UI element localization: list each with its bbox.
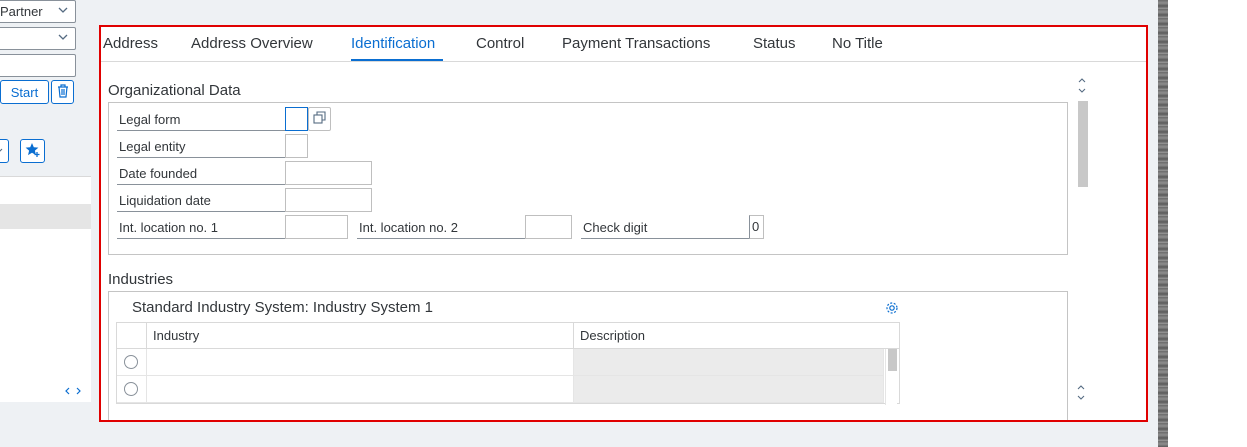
second-select[interactable]: [0, 27, 76, 50]
industry-cell[interactable]: [147, 349, 574, 376]
tab-identification[interactable]: Identification: [351, 35, 435, 52]
chevron-down-icon: [0, 144, 3, 158]
chevron-down-icon: [57, 31, 69, 46]
legal-form-input[interactable]: [285, 107, 308, 131]
partner-select[interactable]: Partner: [0, 0, 76, 23]
date-founded-label: Date founded: [117, 163, 285, 185]
legal-entity-input[interactable]: [285, 134, 308, 158]
date-founded-input[interactable]: [285, 161, 372, 185]
industry-system-title: Standard Industry System: Industry Syste…: [132, 299, 433, 316]
int-location-1-input[interactable]: [285, 215, 348, 239]
table-scrollbar[interactable]: [885, 349, 897, 405]
tab-no-title[interactable]: No Title: [832, 35, 883, 52]
organizational-data-title: Organizational Data: [108, 82, 241, 99]
panel-footer-strip: [99, 422, 1158, 447]
copy-icon: [312, 110, 327, 128]
dropdown-button[interactable]: [0, 139, 9, 163]
window-edge-texture: [1158, 0, 1168, 447]
identification-panel: Address Address Overview Identification …: [99, 25, 1148, 422]
trash-icon: [56, 83, 70, 102]
row-radio[interactable]: [124, 382, 138, 396]
row-selector[interactable]: [117, 376, 147, 403]
section-scrollbar[interactable]: [1076, 77, 1088, 407]
table-scrollbar-thumb[interactable]: [888, 349, 897, 371]
column-header-description[interactable]: Description: [574, 323, 899, 349]
int-location-2-label: Int. location no. 2: [357, 217, 525, 239]
list-item-selected[interactable]: [0, 204, 91, 229]
tab-control[interactable]: Control: [476, 35, 524, 52]
settings-gear-icon[interactable]: [885, 301, 899, 318]
tab-address[interactable]: Address: [103, 35, 158, 52]
legal-entity-label: Legal entity: [117, 136, 285, 158]
liquidation-date-input[interactable]: [285, 188, 372, 212]
chevron-down-icon: [57, 4, 69, 19]
organizational-data-group: Legal form Legal entity Date founded Liq…: [108, 102, 1068, 255]
tab-payment-transactions[interactable]: Payment Transactions: [562, 35, 710, 52]
check-digit-value: 0: [749, 215, 764, 239]
left-panel: Partner Start: [0, 0, 98, 447]
add-favorite-button[interactable]: [20, 139, 45, 163]
scroll-up-icon[interactable]: [1076, 77, 1088, 95]
liquidation-date-label: Liquidation date: [117, 190, 285, 212]
int-location-2-input[interactable]: [525, 215, 572, 239]
scrollbar-thumb[interactable]: [1078, 101, 1088, 187]
industries-title: Industries: [108, 271, 174, 288]
row-selector[interactable]: [117, 349, 147, 376]
tab-bar: Address Address Overview Identification …: [101, 27, 1146, 62]
delete-button[interactable]: [51, 80, 74, 104]
favorite-add-icon: [25, 142, 41, 161]
column-header-industry[interactable]: Industry: [147, 323, 574, 349]
description-cell: [574, 376, 884, 403]
legal-form-label: Legal form: [117, 109, 285, 131]
industry-table: Industry Description: [116, 322, 900, 405]
value-help-button[interactable]: [308, 107, 331, 131]
section-scroll-chevrons[interactable]: [1076, 384, 1088, 403]
active-tab-indicator: [351, 59, 443, 61]
horizontal-scroll-arrows[interactable]: [64, 385, 82, 399]
int-location-1-label: Int. location no. 1: [117, 217, 285, 239]
search-input[interactable]: [0, 54, 76, 77]
description-cell: [574, 349, 884, 376]
check-digit-label: Check digit: [581, 217, 749, 239]
industry-cell[interactable]: [147, 376, 574, 403]
row-selector-header: [117, 323, 147, 349]
result-list: [0, 176, 91, 402]
start-button[interactable]: Start: [0, 80, 49, 104]
industries-group: Standard Industry System: Industry Syste…: [108, 291, 1068, 420]
tab-address-overview[interactable]: Address Overview: [191, 35, 313, 52]
partner-select-value: Partner: [0, 4, 43, 19]
right-background: [1158, 0, 1247, 447]
tab-status[interactable]: Status: [753, 35, 796, 52]
row-radio[interactable]: [124, 355, 138, 369]
